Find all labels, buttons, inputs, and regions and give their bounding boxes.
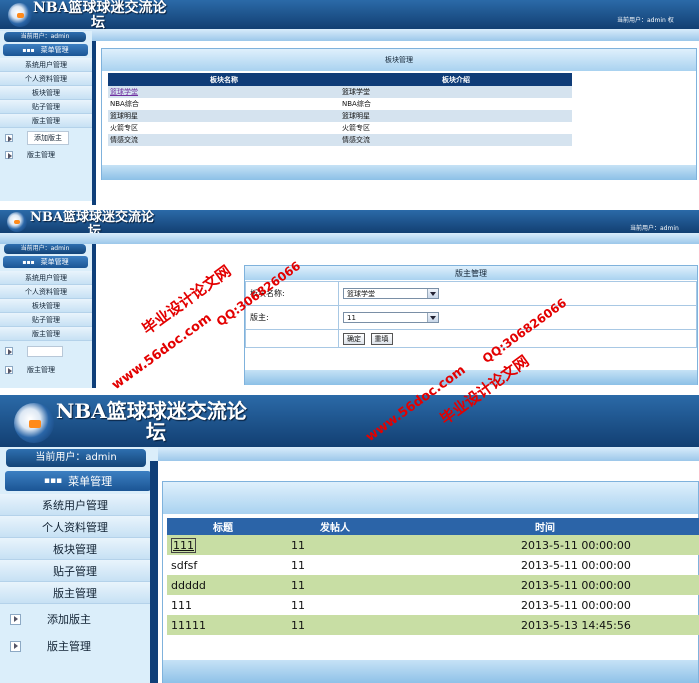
- highlight-box: [27, 345, 63, 357]
- site-title: NBA篮球球迷交流论 坛: [33, 0, 167, 31]
- grid-icon: ▪▪▪: [22, 46, 35, 54]
- menu-header[interactable]: ▪▪▪ 菜单管理: [3, 44, 88, 56]
- post-table: 标题 发帖人 时间 111 11 2013-5-11 00:00:00 sdfs…: [167, 518, 699, 635]
- board-link[interactable]: 篮球学堂: [110, 88, 138, 96]
- moderator-label: 版主:: [245, 305, 339, 330]
- table-row: 111 11 2013-5-11 00:00:00: [171, 598, 631, 612]
- board-management-panel: 板块管理 板块名称 板块介绍 篮球学堂 篮球学堂 NBA综合 NBA综合 篮球明…: [101, 48, 697, 180]
- moderator-form: 板块名称: 篮球学堂 版主: 11 确定 重填: [245, 281, 697, 348]
- menu-header[interactable]: ▪▪▪ 菜单管理: [3, 256, 88, 268]
- table-row: 情感交流 情感交流: [108, 134, 572, 146]
- sub-header-bar: [0, 29, 699, 41]
- post-list-panel: 标题 发帖人 时间 111 11 2013-5-11 00:00:00 sdfs…: [162, 481, 699, 683]
- panel-title: 版主管理: [245, 266, 697, 280]
- col-title: 标题: [167, 518, 279, 535]
- screenshot-post-list: NBA篮球球迷交流论 坛 当前用户：admin ▪▪▪ 菜单管理 系统用户管理 …: [0, 395, 699, 683]
- reset-button[interactable]: 重填: [370, 332, 393, 345]
- confirm-button[interactable]: 确定: [343, 332, 365, 345]
- sidebar-user-box: 当前用户：admin: [4, 244, 86, 254]
- subnav-add-moderator[interactable]: [5, 344, 89, 358]
- sidebar: 当前用户：admin ▪▪▪ 菜单管理 系统用户管理 个人资料管理 板块管理 贴…: [0, 31, 92, 201]
- header-bar: NBA篮球球迷交流论 坛: [0, 395, 699, 447]
- sidebar-divider: [92, 41, 96, 205]
- nav-system-users[interactable]: 系统用户管理: [0, 494, 150, 516]
- sidebar-divider: [150, 461, 158, 683]
- arrow-right-icon: [5, 151, 13, 160]
- moderator-select[interactable]: 11: [343, 312, 439, 323]
- nav-moderators[interactable]: 版主管理: [0, 114, 92, 128]
- nav-profile[interactable]: 个人资料管理: [0, 72, 92, 86]
- moderator-form-panel: 版主管理 板块名称: 篮球学堂 版主: 11 确定 重填: [244, 265, 698, 385]
- board-select[interactable]: 篮球学堂: [343, 288, 439, 299]
- board-table: 板块名称 板块介绍 篮球学堂 篮球学堂 NBA综合 NBA综合 篮球明星 篮球明…: [108, 73, 572, 146]
- site-logo-icon: [8, 3, 32, 27]
- menu-header[interactable]: ▪▪▪ 菜单管理: [5, 471, 151, 491]
- arrow-right-icon: [10, 640, 21, 652]
- sidebar: 当前用户：admin ▪▪▪ 菜单管理 系统用户管理 个人资料管理 板块管理 贴…: [0, 244, 92, 388]
- nav-profile[interactable]: 个人资料管理: [0, 285, 92, 299]
- col-board-intro: 板块介绍: [340, 73, 572, 86]
- table-row: 火箭专区 火箭专区: [110, 124, 370, 132]
- nav-system-users[interactable]: 系统用户管理: [0, 271, 92, 285]
- table-row: 篮球明星 篮球明星: [108, 110, 572, 122]
- nav-system-users[interactable]: 系统用户管理: [0, 58, 92, 72]
- current-user-top: 当前用户：admin: [630, 225, 679, 232]
- table-row: 111 11 2013-5-11 00:00:00: [167, 535, 699, 555]
- header-bar: NBA篮球球迷交流论 坛 当前用户：admin 权: [0, 0, 699, 31]
- nav-posts[interactable]: 贴子管理: [0, 560, 150, 582]
- panel-footer: [245, 370, 697, 385]
- header-bar: NBA篮球球迷交流论 坛 当前用户：admin: [0, 210, 699, 238]
- table-row: sdfsf 11 2013-5-11 00:00:00: [171, 558, 631, 572]
- site-title: NBA篮球球迷交流论 坛: [56, 399, 247, 444]
- col-board-name: 板块名称: [108, 73, 340, 86]
- col-author: 发帖人: [279, 518, 391, 535]
- sidebar: 当前用户：admin ▪▪▪ 菜单管理 系统用户管理 个人资料管理 板块管理 贴…: [0, 447, 158, 683]
- nav-posts[interactable]: 贴子管理: [0, 313, 92, 327]
- arrow-right-icon: [5, 347, 13, 356]
- grid-icon: ▪▪▪: [43, 476, 63, 486]
- table-row: NBA综合 NBA综合: [110, 100, 371, 108]
- nav-moderators[interactable]: 版主管理: [0, 327, 92, 341]
- subnav-moderator-management[interactable]: 版主管理: [10, 636, 150, 656]
- site-logo-icon: [7, 212, 27, 232]
- subnav-add-moderator[interactable]: 添加版主: [5, 131, 89, 145]
- nav-moderators[interactable]: 版主管理: [0, 582, 150, 604]
- nav-boards[interactable]: 板块管理: [0, 538, 150, 560]
- chevron-down-icon: [427, 289, 438, 298]
- site-logo-icon: [14, 403, 54, 443]
- nav-boards[interactable]: 板块管理: [0, 299, 92, 313]
- arrow-right-icon: [5, 366, 13, 375]
- panel-title: 板块管理: [102, 49, 696, 71]
- screenshot-board-management: NBA篮球球迷交流论 坛 当前用户：admin 权 当前用户：admin ▪▪▪…: [0, 0, 699, 205]
- table-row: 11111 11 2013-5-13 14:45:56: [167, 615, 699, 635]
- subnav-moderator-management[interactable]: 版主管理: [5, 363, 89, 377]
- nav-boards[interactable]: 板块管理: [0, 86, 92, 100]
- grid-icon: ▪▪▪: [22, 258, 35, 266]
- screenshot-moderator-form: NBA篮球球迷交流论 坛 当前用户：admin 当前用户：admin ▪▪▪ 菜…: [0, 210, 699, 388]
- sub-header-bar: [0, 233, 699, 244]
- nav-profile[interactable]: 个人资料管理: [0, 516, 150, 538]
- sidebar-divider: [92, 244, 96, 388]
- arrow-right-icon: [10, 613, 21, 625]
- panel-footer: [163, 660, 698, 683]
- arrow-right-icon: [5, 134, 13, 143]
- table-row: 篮球学堂 篮球学堂: [108, 86, 572, 98]
- table-row: ddddd 11 2013-5-11 00:00:00: [167, 575, 699, 595]
- panel-title-bar: [163, 482, 698, 514]
- post-link[interactable]: 111: [171, 537, 196, 553]
- sidebar-user-box: 当前用户：admin: [6, 449, 146, 467]
- subnav-moderator-management[interactable]: 版主管理: [5, 148, 89, 162]
- col-time: 时间: [391, 518, 699, 535]
- panel-footer: [102, 165, 696, 180]
- subnav-add-moderator[interactable]: 添加版主: [10, 609, 150, 629]
- sidebar-user-box: 当前用户：admin: [4, 32, 86, 42]
- current-user-top: 当前用户：admin 权: [617, 17, 674, 24]
- chevron-down-icon: [427, 313, 438, 322]
- nav-posts[interactable]: 贴子管理: [0, 100, 92, 114]
